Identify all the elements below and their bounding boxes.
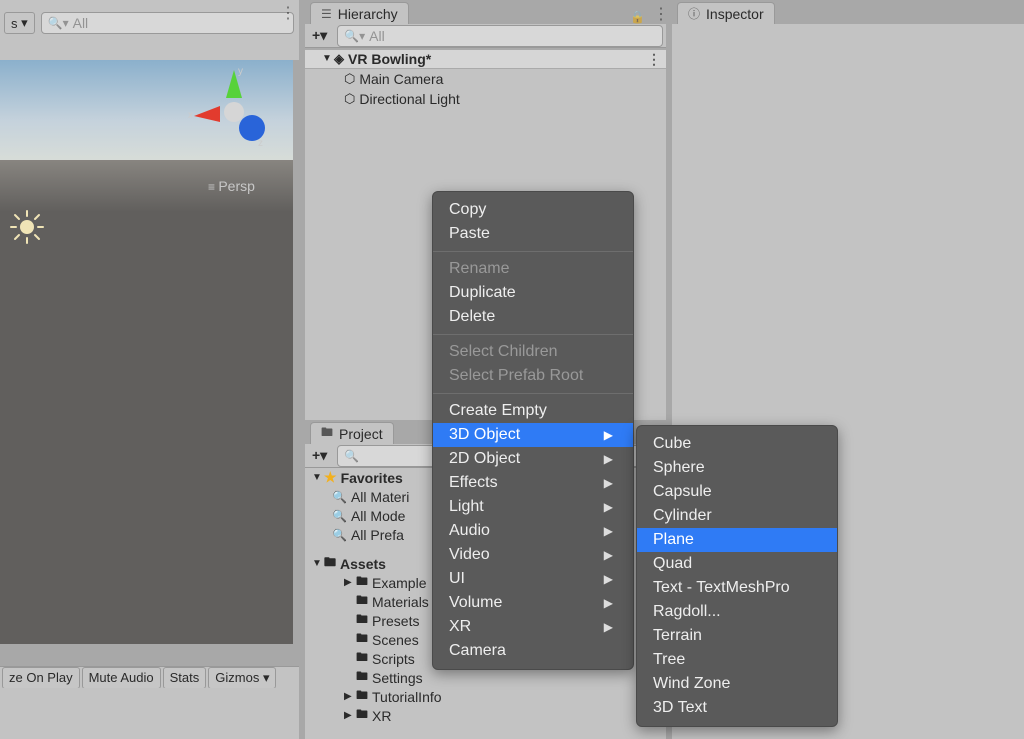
hierarchy-icon: ☰ xyxy=(321,7,332,21)
ctx-cylinder[interactable]: Cylinder xyxy=(637,504,837,528)
gizmos-button[interactable]: Gizmos ▾ xyxy=(208,667,276,689)
context-menu: Copy Paste Rename Duplicate Delete Selec… xyxy=(432,191,634,670)
project-folder[interactable]: ▶🖿Settings xyxy=(302,668,669,687)
inspector-tab[interactable]: ⓘ Inspector xyxy=(677,2,775,24)
hierarchy-tab[interactable]: ☰ Hierarchy xyxy=(310,2,409,24)
submenu-arrow-icon: ▶ xyxy=(604,524,613,538)
folder-icon: 🖿 xyxy=(321,423,333,444)
ctx-tree[interactable]: Tree xyxy=(637,648,837,672)
search-icon: 🔍 xyxy=(332,509,347,523)
ctx-camera[interactable]: Camera xyxy=(433,639,633,663)
ctx-wind-zone[interactable]: Wind Zone xyxy=(637,672,837,696)
lock-icon[interactable]: 🔒 xyxy=(630,10,649,24)
ctx-quad[interactable]: Quad xyxy=(637,552,837,576)
svg-text:z: z xyxy=(258,138,263,149)
svg-text:x: x xyxy=(188,110,193,121)
folder-icon: 🖿 xyxy=(356,648,368,669)
ctx-plane[interactable]: Plane xyxy=(637,528,837,552)
ctx-rename: Rename xyxy=(433,257,633,281)
hierarchy-item[interactable]: ⬡ Main Camera xyxy=(302,69,669,89)
search-icon: 🔍▾ xyxy=(48,16,69,30)
gameobject-icon: ⬡ xyxy=(344,71,355,87)
search-icon: 🔍 xyxy=(332,528,347,542)
submenu-arrow-icon: ▶ xyxy=(604,572,613,586)
hierarchy-item[interactable]: ⬡ Directional Light xyxy=(302,89,669,109)
split-handle[interactable] xyxy=(299,0,305,739)
ctx-3d-object[interactable]: 3D Object▶ xyxy=(433,423,633,447)
folder-icon: 🖿 xyxy=(324,553,336,574)
ctx-text-tmp[interactable]: Text - TextMeshPro xyxy=(637,576,837,600)
ctx-volume[interactable]: Volume▶ xyxy=(433,591,633,615)
submenu-arrow-icon: ▶ xyxy=(604,620,613,634)
ctx-ragdoll[interactable]: Ragdoll... xyxy=(637,600,837,624)
directional-light-icon[interactable] xyxy=(10,210,44,244)
scene-view-panel: s ▾ 🔍▾ All ⋮ y x z Persp xyxy=(0,0,302,644)
ctx-select-prefab-root: Select Prefab Root xyxy=(433,364,633,388)
submenu-arrow-icon: ▶ xyxy=(604,596,613,610)
ctx-cube[interactable]: Cube xyxy=(637,432,837,456)
ctx-paste[interactable]: Paste xyxy=(433,222,633,246)
orientation-gizmo[interactable]: y x z xyxy=(186,64,282,160)
mute-audio-button[interactable]: Mute Audio xyxy=(82,667,161,689)
search-icon: 🔍 xyxy=(344,449,359,463)
project-tab[interactable]: 🖿 Project xyxy=(310,422,394,444)
ctx-duplicate[interactable]: Duplicate xyxy=(433,281,633,305)
star-icon: ★ xyxy=(324,469,337,486)
panel-menu-icon[interactable]: ⋮ xyxy=(280,3,296,23)
ctx-terrain[interactable]: Terrain xyxy=(637,624,837,648)
project-folder[interactable]: ▶🖿XR xyxy=(302,706,669,725)
search-icon: 🔍 xyxy=(332,490,347,504)
ctx-light[interactable]: Light▶ xyxy=(433,495,633,519)
scene-bottom-toolbar: ze On Play Mute Audio Stats Gizmos ▾ xyxy=(0,666,302,688)
unity-logo-icon: ◈ xyxy=(334,51,344,67)
submenu-arrow-icon: ▶ xyxy=(604,476,613,490)
ctx-video[interactable]: Video▶ xyxy=(433,543,633,567)
ctx-create-empty[interactable]: Create Empty xyxy=(433,399,633,423)
submenu-arrow-icon: ▶ xyxy=(604,548,613,562)
hierarchy-scene-row[interactable]: ▼ ◈ VR Bowling* ⋮ xyxy=(302,49,669,69)
submenu-arrow-icon: ▶ xyxy=(604,428,613,442)
ctx-sphere[interactable]: Sphere xyxy=(637,456,837,480)
ctx-ui[interactable]: UI▶ xyxy=(433,567,633,591)
submenu-arrow-icon: ▶ xyxy=(604,452,613,466)
context-submenu-3d-object: Cube Sphere Capsule Cylinder Plane Quad … xyxy=(636,425,838,727)
ctx-effects[interactable]: Effects▶ xyxy=(433,471,633,495)
project-folder[interactable]: ▶🖿TutorialInfo xyxy=(302,687,669,706)
ctx-copy[interactable]: Copy xyxy=(433,198,633,222)
folder-icon: 🖿 xyxy=(356,705,368,726)
scene-search-input[interactable]: 🔍▾ All xyxy=(41,12,294,34)
scene-menu-icon[interactable]: ⋮ xyxy=(647,51,661,68)
ctx-select-children: Select Children xyxy=(433,340,633,364)
ctx-3d-text[interactable]: 3D Text xyxy=(637,696,837,720)
maximize-on-play-button[interactable]: ze On Play xyxy=(2,667,80,689)
info-icon: ⓘ xyxy=(688,5,700,22)
stats-button[interactable]: Stats xyxy=(163,667,207,689)
create-dropdown[interactable]: +▾ xyxy=(308,27,331,45)
folder-icon: 🖿 xyxy=(356,629,368,650)
scene-dropdown-fragment[interactable]: s ▾ xyxy=(4,12,35,34)
folder-icon: 🖿 xyxy=(356,667,368,688)
svg-text:y: y xyxy=(238,66,243,77)
folder-icon: 🖿 xyxy=(356,686,368,707)
ctx-xr[interactable]: XR▶ xyxy=(433,615,633,639)
submenu-arrow-icon: ▶ xyxy=(604,500,613,514)
ctx-capsule[interactable]: Capsule xyxy=(637,480,837,504)
ctx-audio[interactable]: Audio▶ xyxy=(433,519,633,543)
gameobject-icon: ⬡ xyxy=(344,91,355,107)
ctx-delete[interactable]: Delete xyxy=(433,305,633,329)
ctx-2d-object[interactable]: 2D Object▶ xyxy=(433,447,633,471)
projection-label[interactable]: Persp xyxy=(208,178,255,194)
scene-toolbar: s ▾ 🔍▾ All ⋮ xyxy=(0,0,302,60)
folder-icon: 🖿 xyxy=(356,610,368,631)
create-asset-dropdown[interactable]: +▾ xyxy=(308,447,331,465)
folder-icon: 🖿 xyxy=(356,572,368,593)
hierarchy-search-input[interactable]: 🔍▾ All xyxy=(337,25,663,47)
search-icon: 🔍▾ xyxy=(344,29,365,43)
folder-icon: 🖿 xyxy=(356,591,368,612)
